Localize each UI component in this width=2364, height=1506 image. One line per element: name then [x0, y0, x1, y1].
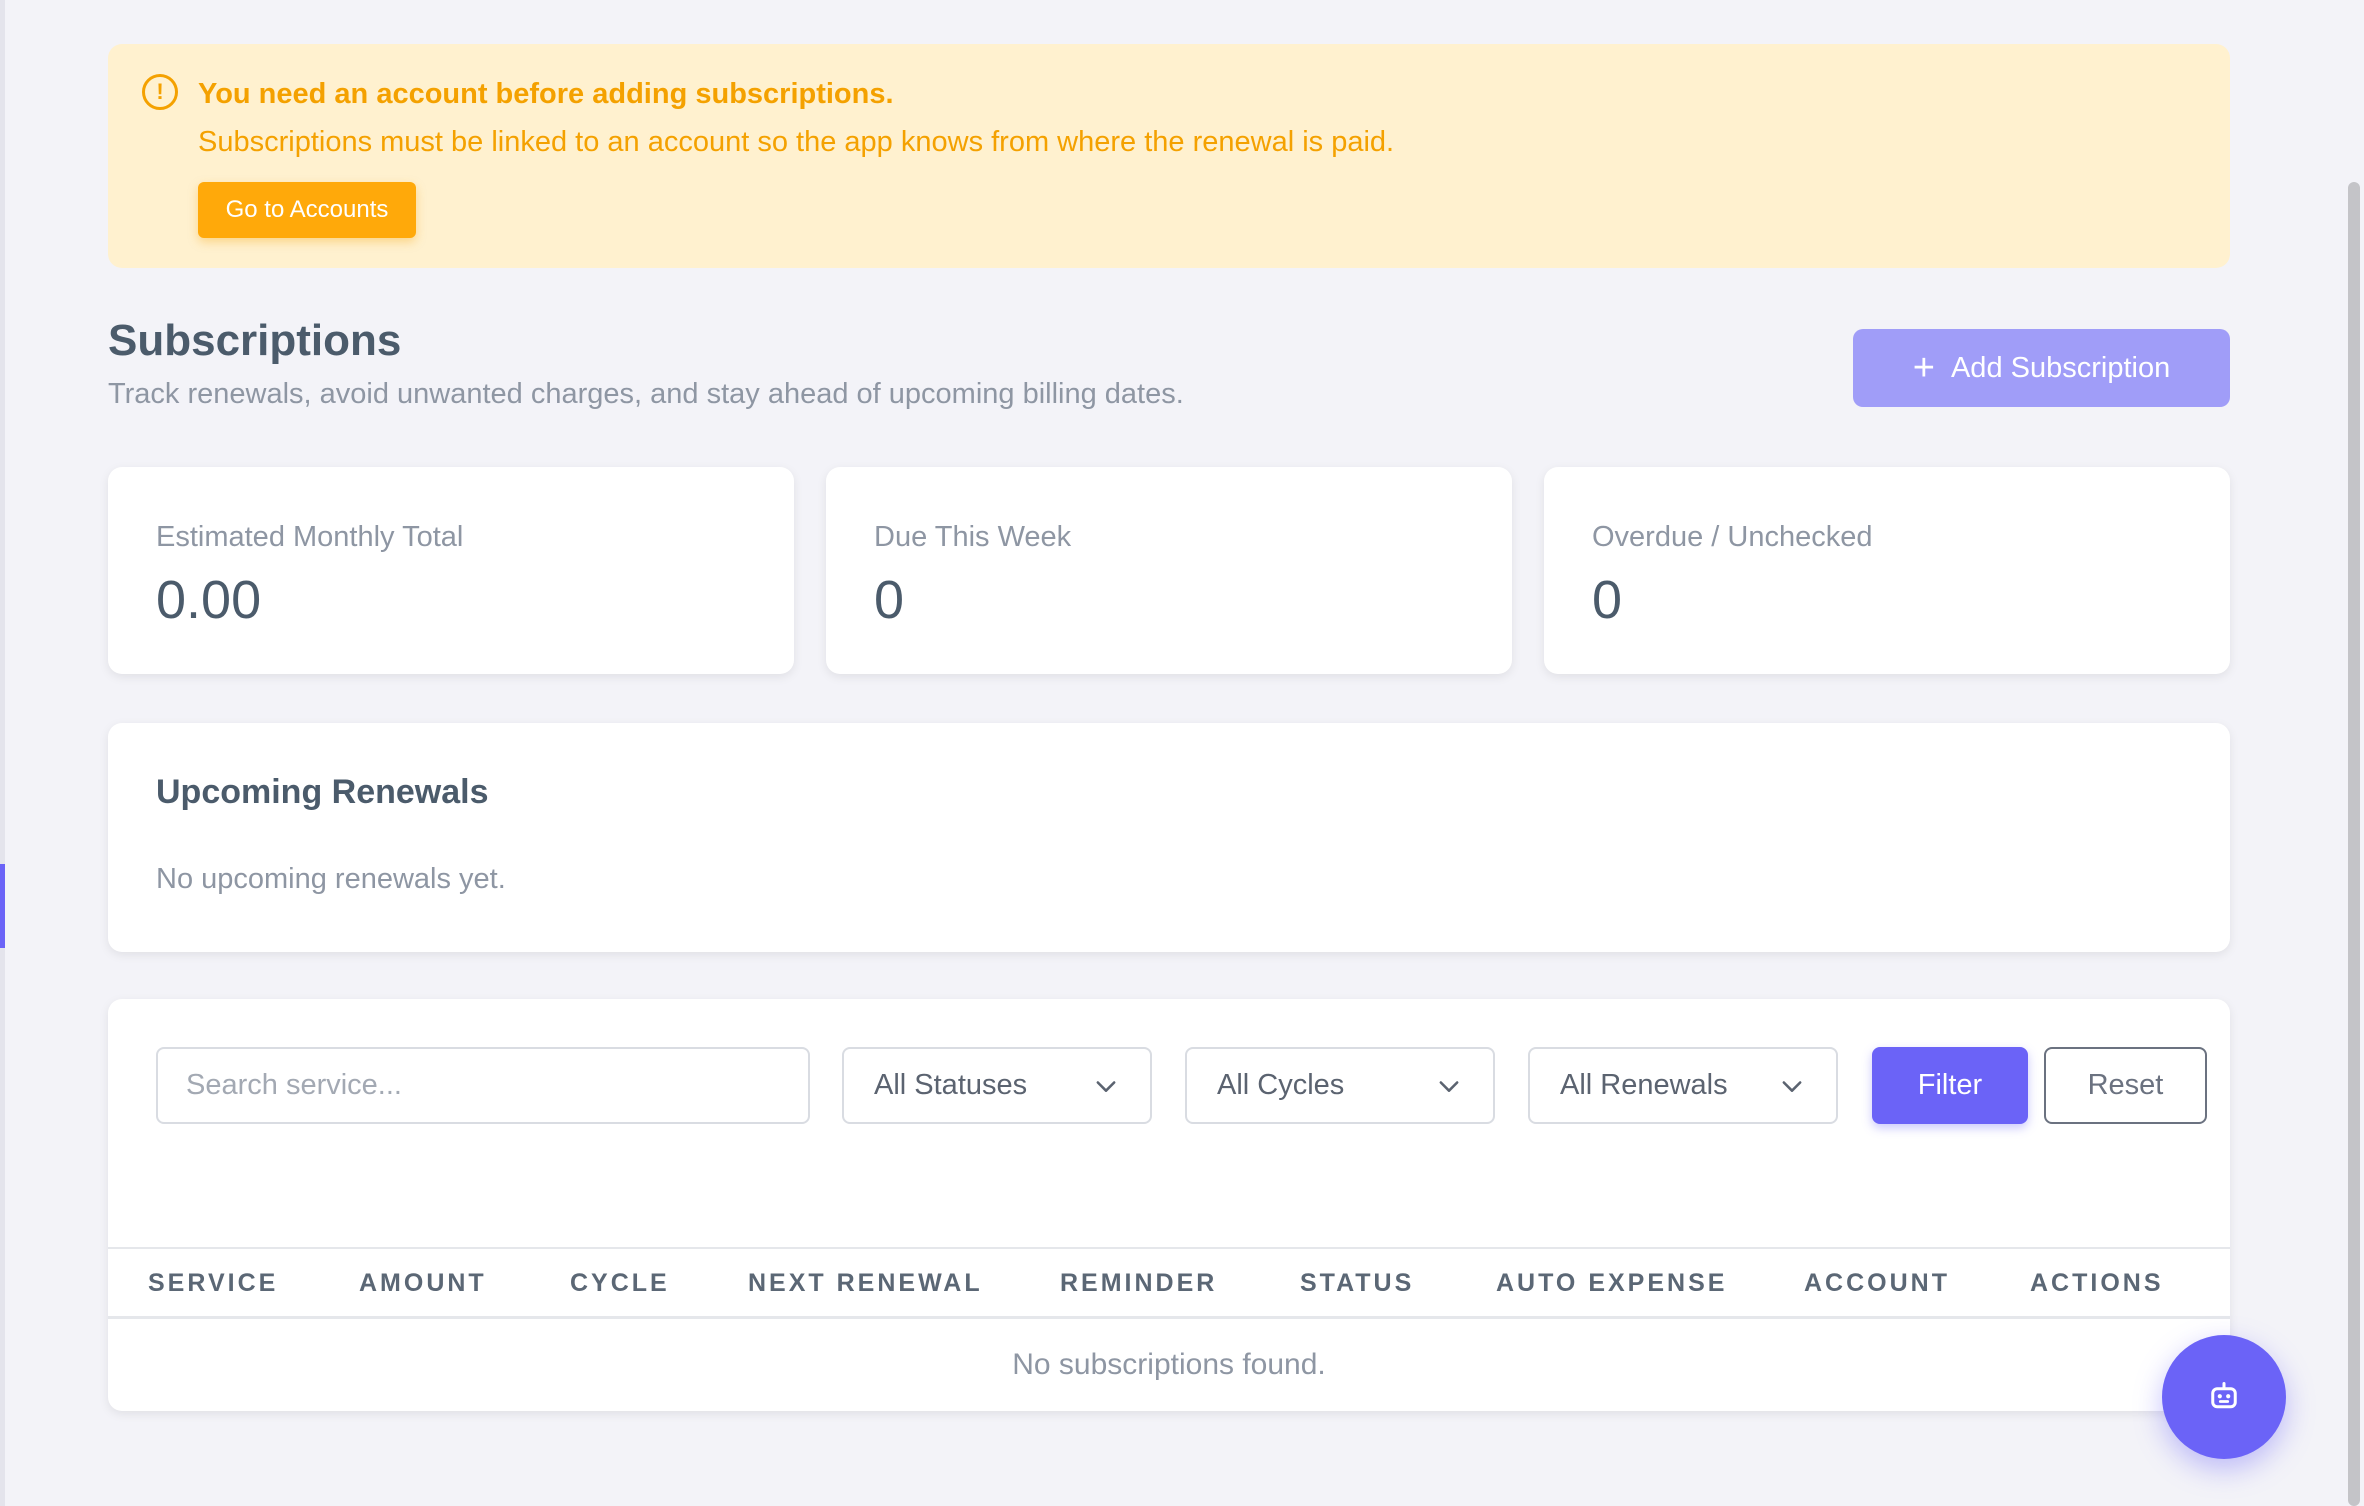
status-select-value: All Statuses: [874, 1069, 1028, 1101]
chevron-down-icon: [1439, 1080, 1459, 1092]
stat-label: Estimated Monthly Total: [156, 521, 464, 553]
column-header-service[interactable]: SERVICE: [148, 1269, 278, 1298]
upcoming-renewals-empty: No upcoming renewals yet.: [156, 863, 506, 895]
chevron-down-icon: [1096, 1080, 1116, 1092]
account-required-alert: ! You need an account before adding subs…: [108, 44, 2230, 268]
page-title: Subscriptions: [108, 316, 402, 365]
column-header-status[interactable]: STATUS: [1300, 1269, 1414, 1298]
stat-label: Due This Week: [874, 521, 1072, 553]
renewal-select[interactable]: All Renewals: [1528, 1047, 1838, 1124]
column-header-next-renewal[interactable]: NEXT RENEWAL: [748, 1269, 983, 1298]
stat-value: 0: [1592, 570, 1623, 630]
column-header-reminder[interactable]: REMINDER: [1060, 1269, 1217, 1298]
filter-button[interactable]: Filter: [1872, 1047, 2028, 1124]
search-input[interactable]: [156, 1047, 810, 1124]
reset-button[interactable]: Reset: [2044, 1047, 2207, 1124]
active-nav-indicator: [0, 864, 5, 948]
left-rail: [0, 0, 5, 1506]
page-subtitle: Track renewals, avoid unwanted charges, …: [108, 378, 1184, 410]
cycle-select[interactable]: All Cycles: [1185, 1047, 1495, 1124]
status-select[interactable]: All Statuses: [842, 1047, 1152, 1124]
table-empty-message: No subscriptions found.: [1012, 1348, 1326, 1381]
alert-message: Subscriptions must be linked to an accou…: [198, 126, 1395, 158]
plus-icon: +: [1912, 347, 1935, 389]
column-header-amount[interactable]: AMOUNT: [359, 1269, 487, 1298]
table-header: SERVICE AMOUNT CYCLE NEXT RENEWAL REMIND…: [108, 1247, 2230, 1319]
upcoming-renewals-title: Upcoming Renewals: [156, 773, 489, 811]
stat-value: 0: [874, 570, 905, 630]
exclamation-circle-icon: !: [142, 74, 178, 110]
subscriptions-table-card: All Statuses All Cycles All Renewals Fil…: [108, 999, 2230, 1411]
stat-card-due-this-week: Due This Week 0: [826, 467, 1512, 674]
column-header-actions: ACTIONS: [2030, 1269, 2164, 1297]
assistant-fab-button[interactable]: [2162, 1335, 2286, 1459]
stat-value: 0.00: [156, 570, 262, 630]
scrollbar[interactable]: [2344, 0, 2364, 1506]
go-to-accounts-button[interactable]: Go to Accounts: [198, 182, 416, 238]
stat-card-monthly-total: Estimated Monthly Total 0.00: [108, 467, 794, 674]
add-subscription-button[interactable]: + Add Subscription: [1853, 329, 2230, 407]
page: ! You need an account before adding subs…: [0, 0, 2364, 1506]
add-subscription-label: Add Subscription: [1950, 351, 2171, 384]
stat-label: Overdue / Unchecked: [1592, 521, 1873, 553]
column-header-cycle[interactable]: CYCLE: [570, 1269, 670, 1298]
renewal-select-value: All Renewals: [1560, 1069, 1728, 1101]
scrollbar-thumb[interactable]: [2348, 182, 2360, 1506]
main-content: ! You need an account before adding subs…: [108, 44, 2230, 1411]
chevron-down-icon: [1782, 1080, 1802, 1092]
stat-card-overdue: Overdue / Unchecked 0: [1544, 467, 2230, 674]
cycle-select-value: All Cycles: [1217, 1069, 1345, 1101]
robot-icon: [2211, 1382, 2237, 1409]
column-header-auto-expense[interactable]: AUTO EXPENSE: [1496, 1269, 1727, 1298]
upcoming-renewals-card: Upcoming Renewals No upcoming renewals y…: [108, 723, 2230, 952]
column-header-account[interactable]: ACCOUNT: [1804, 1269, 1950, 1298]
alert-title: You need an account before adding subscr…: [198, 78, 894, 110]
